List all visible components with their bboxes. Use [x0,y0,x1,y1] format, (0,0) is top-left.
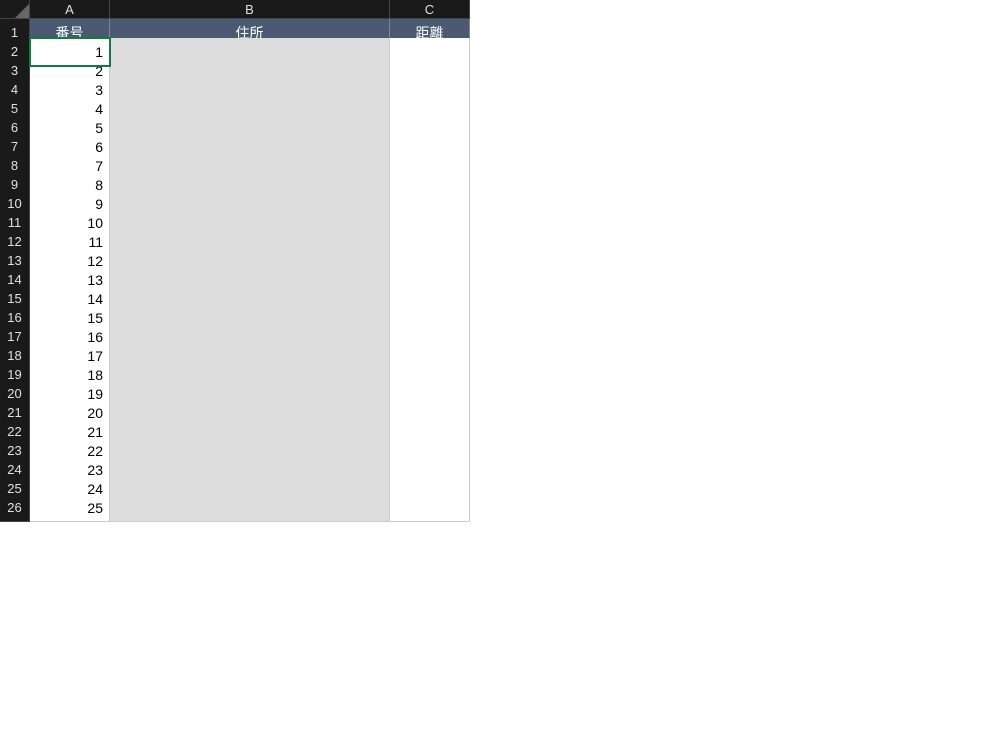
cell-B26[interactable] [110,494,390,522]
cell-C26[interactable] [390,494,470,522]
cell-A26[interactable]: 25 [30,494,110,522]
row-header-26[interactable]: 26 [0,494,30,522]
col-header-A[interactable]: A [30,0,110,19]
col-header-B[interactable]: B [110,0,390,19]
spreadsheet-grid: A B C 1 番号 住所 距離 21324354657687981091110… [0,0,1000,513]
select-all-corner[interactable] [0,0,30,19]
col-header-C[interactable]: C [390,0,470,19]
cell-A2[interactable]: 1 [30,38,110,66]
